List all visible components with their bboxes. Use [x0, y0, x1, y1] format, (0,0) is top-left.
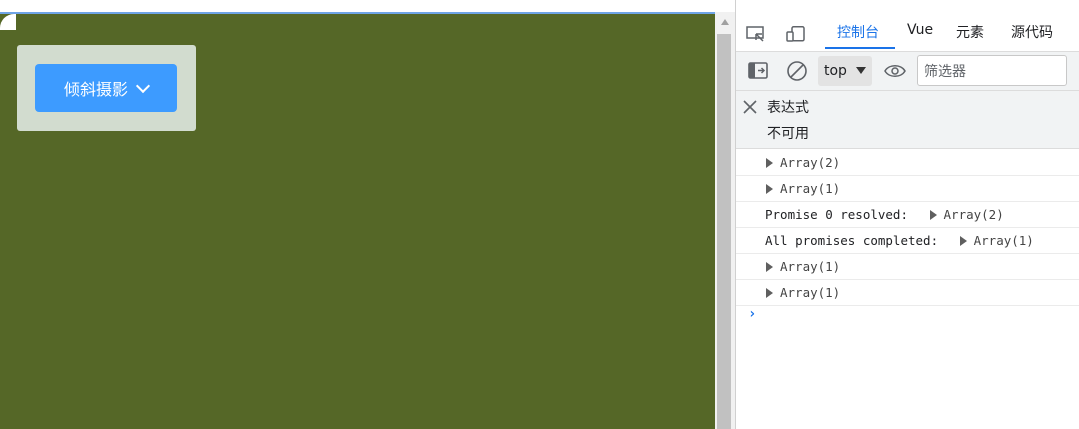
console-object[interactable]: Array(1)	[780, 285, 840, 300]
active-tab-indicator	[825, 47, 895, 49]
execution-context-select[interactable]: top	[818, 56, 872, 86]
scrollbar-thumb[interactable]	[717, 34, 731, 429]
console-message: All promises completed:	[765, 233, 939, 248]
console-object[interactable]: Array(1)	[780, 259, 840, 274]
control-panel: 倾斜摄影	[17, 45, 196, 131]
console-row[interactable]: Array(2)	[736, 150, 1079, 176]
expression-label[interactable]: 表达式	[767, 97, 809, 117]
context-value: top	[824, 63, 847, 79]
console-message: Promise 0 resolved:	[765, 207, 908, 222]
tab-vue[interactable]: Vue	[907, 22, 933, 38]
console-row[interactable]: Array(1)	[736, 254, 1079, 280]
console-row[interactable]: Array(1)	[736, 176, 1079, 202]
console-prompt-icon: ›	[748, 306, 757, 322]
app-viewport: 倾斜摄影	[0, 12, 715, 429]
expand-triangle-icon[interactable]	[929, 210, 937, 220]
console-output: Array(2) Array(1) Promise 0 resolved: Ar…	[736, 150, 1079, 332]
console-prompt-row[interactable]: ›	[736, 306, 1079, 332]
console-object[interactable]: Array(2)	[944, 207, 1004, 222]
tab-sources[interactable]: 源代码	[1011, 22, 1053, 42]
clear-console-icon[interactable]	[786, 60, 808, 82]
console-toolbar: top	[736, 52, 1079, 91]
device-toolbar-icon[interactable]	[786, 26, 806, 42]
inspect-element-icon[interactable]	[746, 26, 766, 42]
scroll-up-arrow-icon[interactable]	[721, 19, 729, 25]
oblique-photography-dropdown-button[interactable]: 倾斜摄影	[35, 64, 177, 112]
devtools-tab-bar: 控制台 Vue 元素 源代码	[736, 12, 1079, 52]
live-expression-eye-icon[interactable]	[884, 63, 906, 79]
expand-triangle-icon[interactable]	[766, 262, 773, 272]
close-icon[interactable]	[742, 99, 758, 115]
console-row[interactable]: Array(1)	[736, 280, 1079, 306]
console-row[interactable]: All promises completed: Array(1)	[736, 228, 1079, 254]
console-object[interactable]: Array(1)	[780, 181, 840, 196]
console-row[interactable]: Promise 0 resolved: Array(2)	[736, 202, 1079, 228]
vertical-scrollbar[interactable]	[715, 12, 735, 429]
expand-triangle-icon[interactable]	[959, 236, 967, 246]
expand-triangle-icon[interactable]	[766, 288, 773, 298]
expand-triangle-icon[interactable]	[766, 184, 773, 194]
filter-input[interactable]	[917, 55, 1067, 86]
console-object[interactable]: Array(2)	[780, 155, 840, 170]
chevron-down-icon	[135, 78, 151, 94]
expand-triangle-icon[interactable]	[766, 158, 773, 168]
devtools-panel: 控制台 Vue 元素 源代码 top 表达式 不可用	[735, 0, 1079, 429]
console-object[interactable]: Array(1)	[974, 233, 1034, 248]
tab-console[interactable]: 控制台	[837, 22, 879, 42]
show-sidebar-icon[interactable]	[748, 62, 768, 80]
expression-value: 不可用	[767, 126, 809, 142]
caret-down-icon	[856, 67, 866, 74]
tab-elements[interactable]: 元素	[956, 22, 984, 42]
dropdown-button-label: 倾斜摄影	[63, 80, 128, 99]
live-expression: 表达式 不可用	[736, 91, 1079, 149]
